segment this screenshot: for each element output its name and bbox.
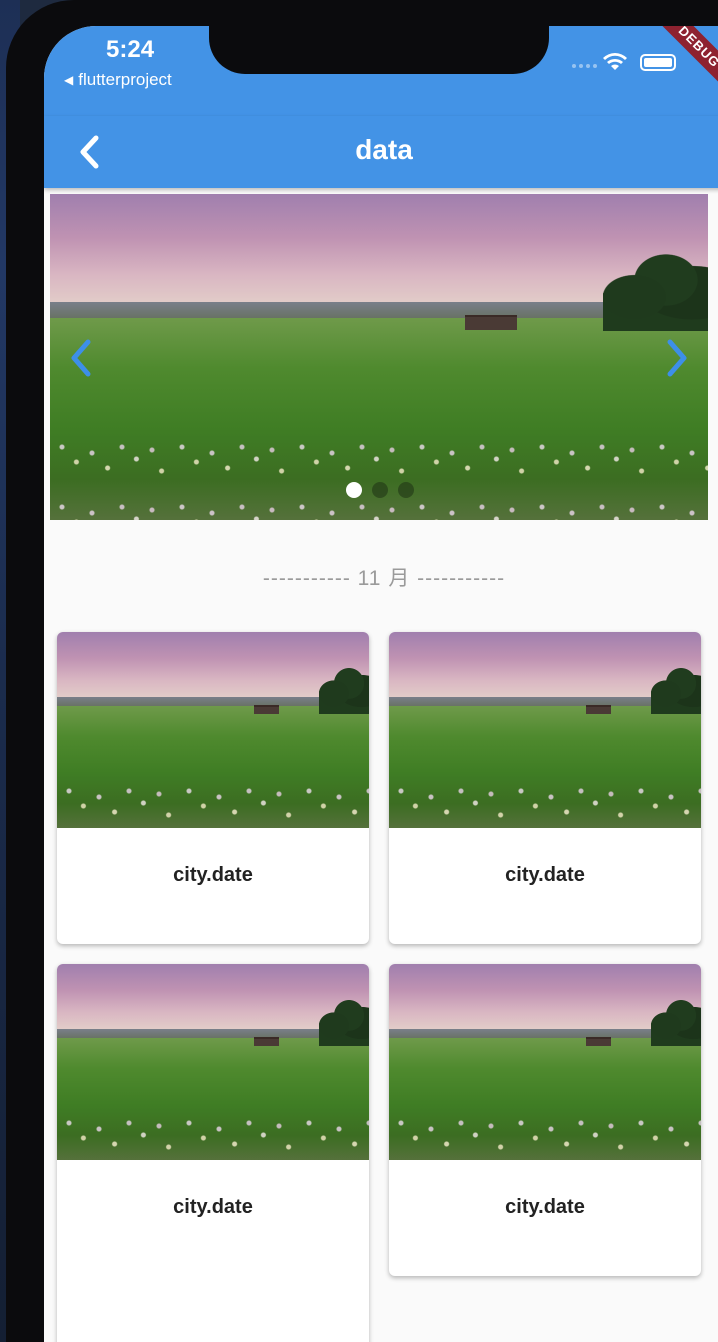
page-title: data [355,134,413,165]
phone-frame: 5:24 ◀ flutterproject DEBUG data -------… [6,0,718,1342]
carousel-dot-3[interactable] [398,482,414,498]
carousel-pagination [346,482,414,498]
card-image [57,964,369,1160]
card-image [389,964,701,1160]
city-card[interactable]: city.date [389,964,701,1276]
card-caption: city.date [505,1196,585,1218]
city-card[interactable]: city.date [57,964,369,1342]
card-caption: city.date [173,864,253,886]
card-image [389,632,701,828]
cellular-signal-icon [572,64,597,68]
back-app-label: flutterproject [78,70,172,89]
carousel-image [50,194,708,520]
wifi-icon [603,53,627,70]
device-notch [209,26,549,74]
back-to-app-link[interactable]: ◀ flutterproject [64,70,172,90]
app-screen: 5:24 ◀ flutterproject DEBUG data -------… [44,26,718,1342]
app-bar: data [44,116,718,188]
city-card[interactable]: city.date [389,632,701,944]
month-divider: ----------- 11 月 ----------- [262,567,506,590]
carousel-prev-icon[interactable] [68,338,96,378]
card-caption: city.date [173,1196,253,1218]
battery-icon [640,54,676,71]
card-caption: city.date [505,864,585,886]
city-card[interactable]: city.date [57,632,369,944]
image-carousel[interactable] [50,194,708,520]
back-triangle-icon: ◀ [64,73,74,87]
carousel-dot-2[interactable] [372,482,388,498]
card-image [57,632,369,828]
carousel-next-icon[interactable] [662,338,690,378]
carousel-dot-1[interactable] [346,482,362,498]
status-time: 5:24 [106,36,155,63]
